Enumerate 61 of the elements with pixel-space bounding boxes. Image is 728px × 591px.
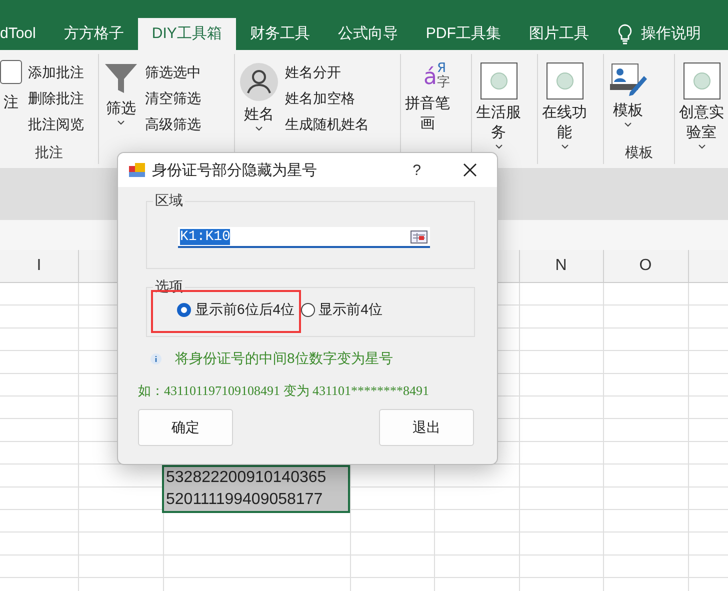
caret-icon <box>698 144 706 149</box>
funnel-icon <box>103 62 139 96</box>
ribbon-tab[interactable]: PDF工具集 <box>412 18 515 50</box>
group-legend: 区域 <box>153 192 185 210</box>
ribbon-item[interactable]: 清空筛选 <box>145 90 201 108</box>
ribbon-button[interactable]: 注 <box>4 93 18 113</box>
ribbon-button[interactable]: 创意实 验室 <box>679 103 724 143</box>
dialog-title: 身份证号部分隐藏为星号 <box>152 160 318 180</box>
ribbon-item[interactable]: 删除批注 <box>28 90 84 108</box>
radio-button[interactable] <box>177 303 191 317</box>
radio-option[interactable]: 显示前6位后4位 <box>177 301 295 319</box>
caret-icon <box>117 120 125 125</box>
range-input-field[interactable]: K1:K10 <box>178 227 430 248</box>
group-label: 批注 <box>34 144 64 162</box>
placeholder-icon <box>682 62 720 100</box>
example-text: 如：431101197109108491 变为 431101********8491 <box>138 382 430 400</box>
ribbon-tab[interactable]: dTool <box>0 18 50 50</box>
dialog-button[interactable]: 退出 <box>379 409 474 446</box>
ribbon-tab[interactable]: 方方格子 <box>50 18 138 50</box>
radio-option[interactable]: 显示前4位 <box>300 301 382 319</box>
placeholder-icon <box>546 62 584 100</box>
info-text: 将身份证号的中间8位数字变为星号 <box>175 350 393 368</box>
app-icon <box>128 162 146 178</box>
group-label: 模板 <box>624 144 654 162</box>
person-avatar-icon <box>239 62 279 102</box>
id-card-pencil-icon <box>608 62 648 98</box>
ribbon-item[interactable]: 高级筛选 <box>145 116 201 134</box>
ribbon-button[interactable]: 筛选 <box>106 99 136 119</box>
help-button[interactable]: ? <box>412 162 421 178</box>
ribbon-tab[interactable]: 公式向导 <box>324 18 412 50</box>
ribbon-tab[interactable]: 图片工具 <box>514 18 603 50</box>
ribbon-button[interactable]: 生活服 务 <box>476 103 521 143</box>
ribbon-button[interactable]: 在线功 能 <box>542 103 587 143</box>
ribbon-item[interactable]: 筛选选中 <box>145 64 201 82</box>
caret-icon <box>494 144 502 149</box>
tell-me-search[interactable]: 操作说明 <box>632 18 715 50</box>
info-icon <box>150 353 162 365</box>
range-picker-icon[interactable] <box>410 230 428 244</box>
table-cell-text: 520111199409058177 <box>165 490 324 510</box>
placeholder-icon <box>480 62 518 100</box>
lightbulb-icon <box>616 23 633 45</box>
caret-icon <box>560 144 568 149</box>
ribbon-tab[interactable]: 财务工具 <box>236 18 324 50</box>
ribbon-button[interactable]: 拼音笔 画 <box>405 93 450 133</box>
table-cell-text: 532822200910140365 <box>165 468 328 488</box>
dialog-button[interactable]: 确定 <box>138 409 233 446</box>
caret-icon <box>624 122 632 127</box>
column-header[interactable]: I <box>36 257 42 275</box>
column-header[interactable]: N <box>555 257 567 275</box>
ribbon-item[interactable]: 添加批注 <box>28 64 84 82</box>
column-header[interactable]: O <box>639 257 652 275</box>
ribbon-item[interactable]: 生成随机姓名 <box>285 116 369 134</box>
caret-icon <box>255 126 263 131</box>
radio-button[interactable] <box>300 303 315 317</box>
close-icon[interactable] <box>463 163 477 177</box>
ribbon-item[interactable]: 批注阅览 <box>28 116 84 134</box>
ribbon-item[interactable]: 姓名分开 <box>285 64 369 82</box>
ribbon-tab[interactable]: DIY工具箱 <box>138 18 236 50</box>
ribbon-button[interactable]: 模板 <box>613 101 643 121</box>
ribbon-item[interactable]: 姓名加空格 <box>285 90 369 108</box>
ribbon-button[interactable]: 姓名 <box>244 105 274 125</box>
